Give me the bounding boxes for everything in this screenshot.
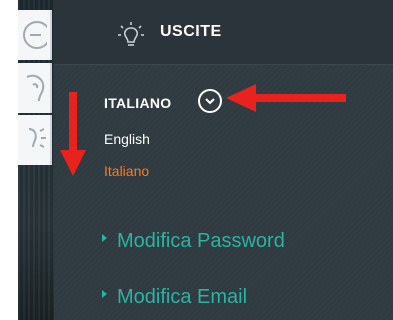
menu-item-modifica-email[interactable]: Modifica Email <box>102 286 247 309</box>
sidebar-button-3[interactable] <box>18 115 52 165</box>
language-option-italiano[interactable]: Italiano <box>104 163 149 179</box>
menu-header: USCITE <box>54 0 393 65</box>
language-toggle-button[interactable] <box>198 89 222 113</box>
language-current-label[interactable]: ITALIANO <box>104 95 171 111</box>
sidebar-button-2[interactable] <box>18 63 52 113</box>
chevron-down-icon <box>205 98 215 105</box>
language-option-english[interactable]: English <box>104 131 150 147</box>
left-arrow-annotation <box>226 84 346 112</box>
bullet-triangle-icon <box>102 289 107 298</box>
menu-item-label: Modifica Email <box>117 286 248 308</box>
user-head-icon <box>26 74 45 102</box>
sidebar-button-1[interactable] <box>18 10 52 60</box>
background-photo-strip <box>18 0 54 320</box>
header-title[interactable]: USCITE <box>160 23 222 41</box>
circle-arrow-icon <box>23 21 47 49</box>
lightbulb-icon <box>28 128 46 148</box>
bullet-triangle-icon <box>102 233 107 242</box>
menu-item-label: Modifica Password <box>117 230 285 252</box>
lightbulb-icon <box>118 22 144 46</box>
menu-item-modifica-password[interactable]: Modifica Password <box>102 230 285 253</box>
down-arrow-annotation <box>60 92 86 176</box>
side-menu-panel: USCITE ITALIANO English Italiano Modific… <box>54 0 393 320</box>
